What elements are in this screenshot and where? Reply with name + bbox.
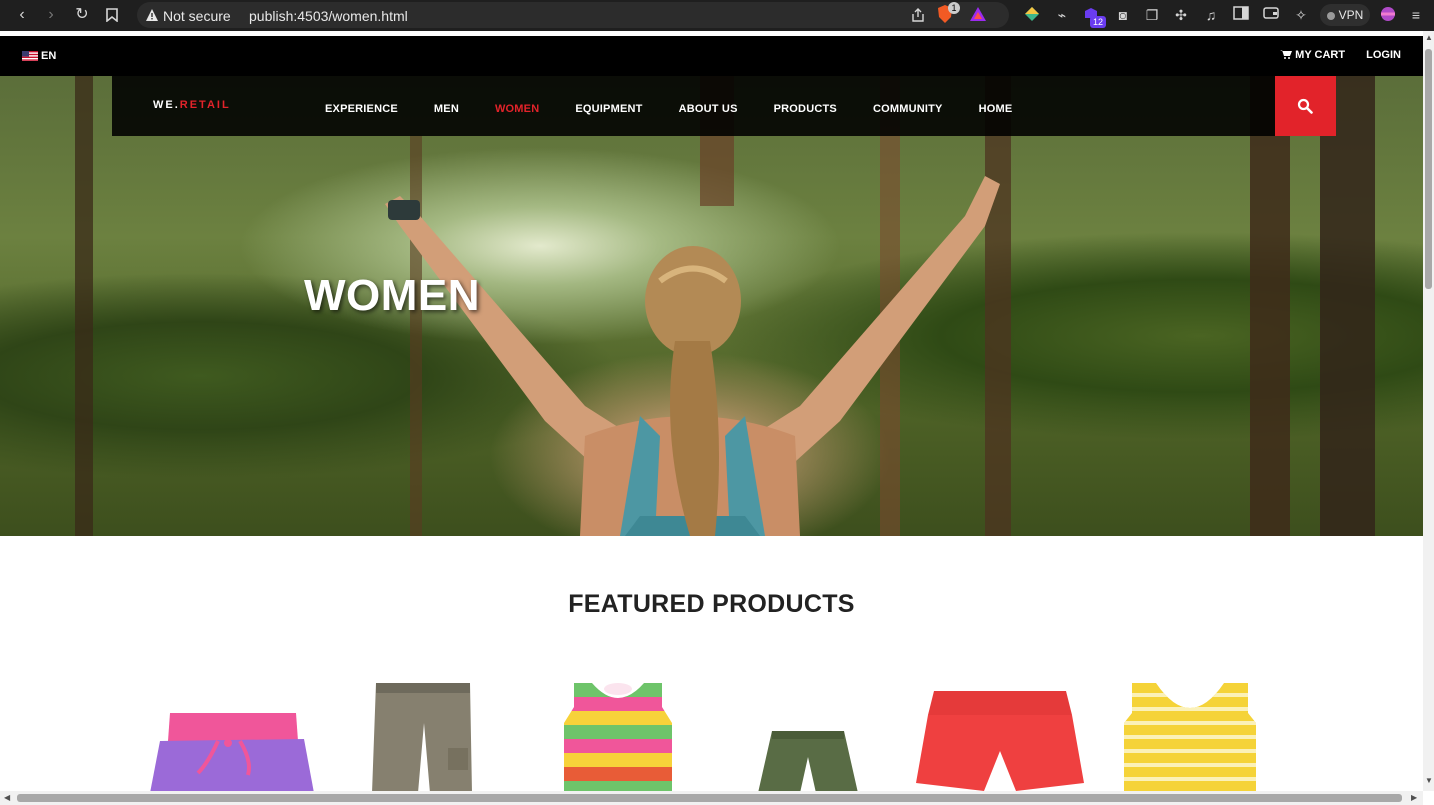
reload-icon[interactable]: ↻	[71, 4, 93, 26]
logo-prefix: WE.	[153, 99, 180, 111]
scroll-right-icon[interactable]: ▶	[1411, 793, 1417, 802]
nav-experience[interactable]: EXPERIENCE	[325, 103, 398, 115]
share-icon[interactable]	[910, 7, 926, 23]
nav-home[interactable]: HOME	[979, 103, 1013, 115]
nav-community[interactable]: COMMUNITY	[873, 103, 943, 115]
featured-products-title: FEATURED PRODUCTS	[568, 590, 855, 618]
hero-forest-image	[75, 76, 1375, 536]
profile-avatar-icon[interactable]	[1379, 6, 1397, 24]
product-striped-tank-top[interactable]	[562, 683, 674, 791]
vpn-label: VPN	[1338, 8, 1364, 22]
vertical-scrollbar[interactable]: ▲ ▼	[1423, 31, 1434, 791]
copy-icon[interactable]: ❐	[1143, 6, 1161, 24]
puzzle-icon[interactable]: ✣	[1172, 6, 1190, 24]
forward-icon[interactable]: ›	[40, 4, 62, 26]
security-status[interactable]: Not secure	[163, 8, 231, 24]
main-navigation: WE.RETAIL EXPERIENCE MEN WOMEN EQUIPMENT ABO…	[112, 76, 1275, 136]
bookmark-icon[interactable]	[101, 4, 123, 26]
vpn-button[interactable]: VPN	[1320, 4, 1370, 26]
web-page: EN MY CART LOGIN WOMEN WE.RETAIL EXPERIE…	[0, 36, 1423, 791]
hero-title: WOMEN	[304, 271, 481, 320]
back-icon[interactable]: ‹	[11, 4, 33, 26]
search-icon	[1297, 98, 1313, 114]
extension-badge: 12	[1090, 16, 1106, 28]
my-cart-link[interactable]: MY CART	[1280, 49, 1345, 61]
nav-about-us[interactable]: ABOUT US	[679, 103, 738, 115]
brave-shields-icon[interactable]: 1	[936, 2, 960, 24]
nav-men[interactable]: MEN	[434, 103, 459, 115]
warning-icon	[146, 9, 158, 21]
horizontal-scrollbar-thumb[interactable]	[17, 794, 1402, 802]
extension-dev-icon[interactable]: ⌁	[1053, 6, 1071, 24]
product-red-shorts[interactable]	[916, 691, 1084, 791]
language-label: EN	[41, 50, 57, 62]
shields-count: 1	[948, 2, 960, 14]
login-link[interactable]: LOGIN	[1366, 49, 1401, 61]
product-green-cargo-shorts[interactable]	[758, 731, 858, 791]
vertical-scrollbar-thumb[interactable]	[1425, 49, 1432, 289]
wallet-icon[interactable]	[1262, 6, 1280, 24]
product-pink-purple-shorts[interactable]	[148, 713, 316, 791]
leo-ai-icon[interactable]: ✧	[1292, 6, 1310, 24]
utility-bar: EN MY CART LOGIN	[0, 36, 1423, 76]
scroll-down-icon[interactable]: ▼	[1425, 776, 1433, 785]
logo-suffix: RETAIL	[179, 99, 231, 111]
search-button[interactable]	[1275, 76, 1336, 136]
sidebar-icon[interactable]	[1232, 6, 1250, 24]
language-selector[interactable]: EN	[22, 50, 56, 62]
featured-products-row	[0, 683, 1423, 791]
music-icon[interactable]: ♫	[1202, 6, 1220, 24]
product-yellow-striped-tank[interactable]	[1122, 683, 1258, 791]
cart-icon	[1280, 50, 1293, 59]
address-bar[interactable]: Not secure publish:4503/women.html	[137, 2, 1009, 28]
menu-icon[interactable]: ≡	[1407, 6, 1425, 24]
site-logo[interactable]: WE.RETAIL	[153, 99, 231, 111]
scroll-up-icon[interactable]: ▲	[1425, 33, 1433, 42]
us-flag-icon	[22, 51, 38, 61]
extension-diamond-icon[interactable]	[1023, 6, 1041, 24]
camera-icon[interactable]: ◙	[1114, 6, 1132, 24]
nav-products[interactable]: PRODUCTS	[774, 103, 837, 115]
browser-toolbar: ‹ › ↻ Not secure publish:4503/women.html…	[0, 0, 1434, 31]
scroll-left-icon[interactable]: ◀	[4, 793, 10, 802]
product-khaki-pants[interactable]	[372, 683, 474, 791]
horizontal-scrollbar[interactable]: ◀ ▶	[0, 791, 1423, 805]
nav-equipment[interactable]: EQUIPMENT	[575, 103, 642, 115]
brave-rewards-icon[interactable]	[969, 6, 987, 24]
nav-women[interactable]: WOMEN	[495, 103, 539, 115]
hero-banner: WOMEN	[0, 76, 1423, 536]
cart-label: MY CART	[1295, 49, 1346, 61]
url-text[interactable]: publish:4503/women.html	[249, 8, 408, 24]
